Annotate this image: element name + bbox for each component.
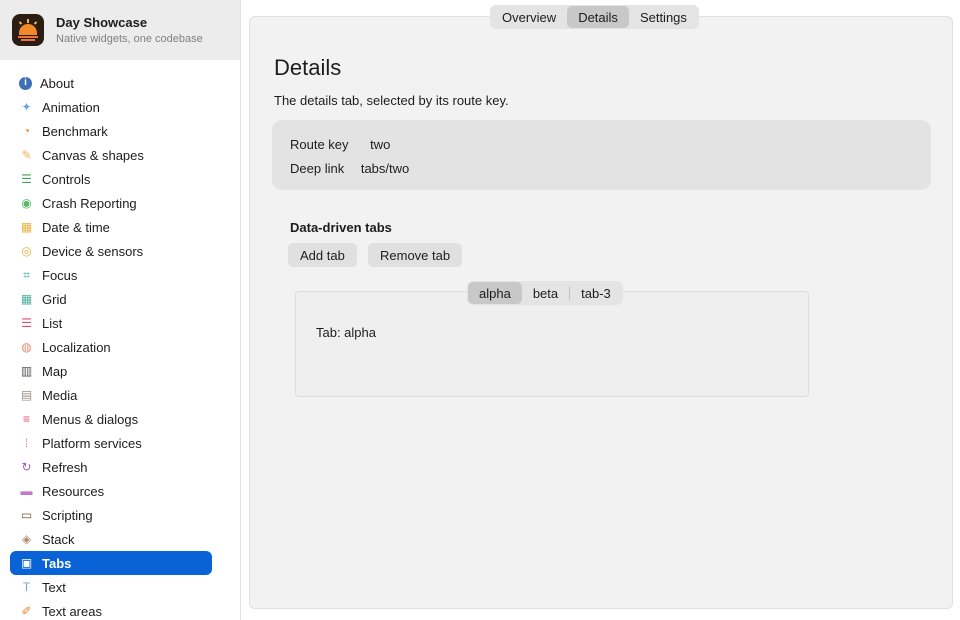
list-icon: ☰: [21, 316, 32, 330]
sidebar-item-grid[interactable]: ▦ Grid: [10, 287, 212, 311]
sidebar-item-label: Resources: [42, 483, 105, 499]
note-icon: ✐: [21, 604, 32, 618]
sidebar-item-label: Map: [42, 363, 68, 379]
info-icon: i: [19, 76, 32, 90]
route-key-value: two: [370, 137, 391, 152]
gauge-icon: ◔: [22, 124, 31, 138]
deep-link-label: Deep link: [290, 161, 345, 176]
sidebar-item-focus[interactable]: ⌗ Focus: [10, 263, 212, 287]
sidebar-item-list[interactable]: ☰ List: [10, 311, 212, 335]
sidebar-item-label: Text areas: [42, 603, 102, 619]
tab-settings[interactable]: Settings: [629, 6, 698, 28]
sidebar-item-menus-dialogs[interactable]: ≡ Menus & dialogs: [10, 407, 212, 431]
pencil-icon: ✎: [21, 148, 32, 162]
sidebar-item-map[interactable]: ▥ Map: [10, 359, 212, 383]
sidebar-item-label: About: [40, 75, 74, 91]
sidebar-item-label: Controls: [42, 171, 91, 187]
sidebar-item-localization[interactable]: ◍ Localization: [10, 335, 212, 359]
deep-link-value: tabs/two: [360, 161, 410, 176]
page-subtitle: The details tab, selected by its route k…: [274, 93, 509, 108]
data-tab-view: alpha beta tab-3 Tab: alpha: [295, 281, 809, 397]
sidebar-item-label: Date & time: [42, 219, 110, 235]
app-name: Day Showcase: [56, 15, 148, 30]
menu-icon: ≡: [22, 412, 30, 426]
route-key-label: Route key: [290, 137, 349, 152]
sidebar-item-label: Grid: [42, 291, 67, 307]
page-title: Details: [274, 55, 342, 80]
sidebar-item-media[interactable]: ▤ Media: [10, 383, 212, 407]
tabs-icon: ▣: [20, 556, 33, 570]
sidebar-item-animation[interactable]: ✦ Animation: [10, 95, 212, 119]
main-panel: Overview Details Settings Details The deta…: [249, 5, 953, 609]
data-tabs-title: Data-driven tabs: [290, 220, 392, 235]
app-header: Day Showcase Native widgets, one codebas…: [0, 0, 240, 60]
route-info-box: Route key two Deep link tabs/two: [272, 120, 931, 190]
sliders-icon: ☰: [21, 172, 32, 186]
sidebar-item-label: Localization: [42, 339, 111, 355]
sidebar-item-label: Refresh: [42, 459, 88, 475]
sidebar-item-controls[interactable]: ☰ Controls: [10, 167, 212, 191]
calendar-icon: ▦: [20, 220, 33, 234]
sidebar-item-about[interactable]: i About: [10, 71, 212, 95]
sidebar-item-label: Menus & dialogs: [42, 411, 139, 427]
sidebar-item-label: Stack: [42, 531, 75, 547]
sidebar-item-label: Scripting: [42, 507, 93, 523]
sidebar-item-date-time[interactable]: ▦ Date & time: [10, 215, 212, 239]
sidebar-item-device-sensors[interactable]: ◎ Device & sensors: [10, 239, 212, 263]
data-tab-alpha[interactable]: alpha: [468, 282, 522, 304]
app-subtitle: Native widgets, one codebase: [56, 33, 203, 45]
data-tab-bar: alpha beta tab-3: [467, 281, 623, 305]
sidebar-item-platform-services[interactable]: ⁞ Platform services: [10, 431, 212, 455]
sidebar-item-crash-reporting[interactable]: ◉ Crash Reporting: [10, 191, 212, 215]
deep-link-row: Deep link tabs/two: [290, 161, 409, 176]
refresh-icon: ↻: [21, 460, 32, 474]
sidebar-item-stack[interactable]: ◈ Stack: [10, 527, 212, 551]
sidebar-item-label: Canvas & shapes: [42, 147, 144, 163]
clapper-icon: ▤: [20, 388, 33, 402]
sidebar-item-text-areas[interactable]: ✐ Text areas: [10, 599, 212, 620]
sidebar-item-label: Media: [42, 387, 78, 403]
folder-icon: ▬: [20, 484, 33, 498]
sidebar-item-label: List: [42, 315, 63, 331]
top-tab-bar: Overview Details Settings: [490, 5, 699, 29]
sidebar-item-label: Platform services: [42, 435, 142, 451]
focus-icon: ⌗: [23, 268, 30, 282]
text-icon: T: [22, 580, 31, 594]
tab-overview[interactable]: Overview: [491, 6, 567, 28]
sidebar-item-label: Device & sensors: [42, 243, 144, 259]
sidebar-item-label: Benchmark: [42, 123, 108, 139]
tab-details[interactable]: Details: [567, 6, 629, 28]
sidebar-item-refresh[interactable]: ↻ Refresh: [10, 455, 212, 479]
sidebar-item-label: Crash Reporting: [42, 195, 137, 211]
sidebar-nav: i About ✦ Animation ◔ Benchmark ✎ Canvas & shap…: [0, 60, 240, 620]
sidebar-item-resources[interactable]: ▬ Resources: [10, 479, 212, 503]
sidebar: Day Showcase Native widgets, one codebas…: [0, 0, 241, 620]
data-tab-beta[interactable]: beta: [522, 282, 569, 304]
app-logo-icon: [12, 14, 44, 46]
add-tab-button[interactable]: Add tab: [288, 243, 357, 267]
broadcast-icon: ◉: [21, 196, 32, 210]
map-icon: ▥: [20, 364, 33, 378]
terminal-icon: ▭: [20, 508, 33, 522]
globe-icon: ◍: [21, 340, 32, 354]
grid-icon: ▦: [20, 292, 33, 306]
layers-icon: ◈: [21, 532, 32, 546]
sparkle-icon: ✦: [21, 100, 32, 114]
sidebar-item-label: Text: [42, 579, 66, 595]
sidebar-item-canvas-shapes[interactable]: ✎ Canvas & shapes: [10, 143, 212, 167]
tab-content-text: Tab: alpha: [316, 325, 376, 340]
sidebar-item-label: Animation: [42, 99, 100, 115]
sidebar-item-scripting[interactable]: ▭ Scripting: [10, 503, 212, 527]
dots-grid-icon: ⁞: [24, 436, 29, 450]
data-tab-tab-3[interactable]: tab-3: [570, 282, 622, 304]
sidebar-item-text[interactable]: T Text: [10, 575, 212, 599]
sidebar-item-label: Focus: [42, 267, 78, 283]
sidebar-item-benchmark[interactable]: ◔ Benchmark: [10, 119, 212, 143]
route-key-row: Route key two: [290, 137, 390, 152]
sensor-icon: ◎: [21, 244, 32, 258]
remove-tab-button[interactable]: Remove tab: [368, 243, 463, 267]
sidebar-item-tabs[interactable]: ▣ Tabs: [10, 551, 212, 575]
sidebar-item-label: Tabs: [42, 555, 72, 571]
